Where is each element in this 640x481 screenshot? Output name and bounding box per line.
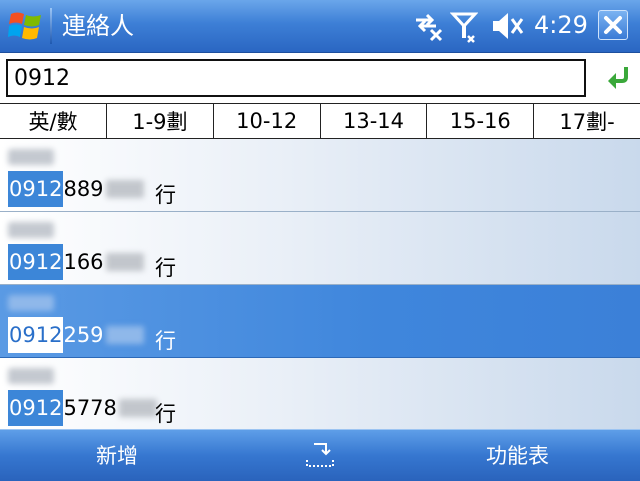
windows-start-icon[interactable] bbox=[8, 9, 44, 43]
phone-redaction bbox=[105, 180, 144, 198]
contact-list: 0912 889 行 0912 166 行 0912 259 行 0912 57… bbox=[0, 139, 640, 429]
keyboard-input-panel-icon[interactable] bbox=[304, 440, 336, 470]
list-item-selected[interactable]: 0912 259 行 bbox=[0, 285, 640, 358]
phone-redaction bbox=[118, 399, 157, 417]
match-highlight: 0912 bbox=[8, 244, 64, 280]
match-highlight: 0912 bbox=[8, 390, 64, 426]
speaker-muted-icon[interactable] bbox=[490, 10, 526, 42]
phone-rest: 259 bbox=[63, 323, 104, 347]
phone-rest: 5778 bbox=[63, 396, 117, 420]
phone-redaction bbox=[105, 253, 144, 271]
phone-type-label: 行 bbox=[155, 329, 176, 353]
list-item[interactable]: 0912 166 行 bbox=[0, 212, 640, 285]
contact-name-redacted bbox=[8, 368, 54, 384]
phone-type-label: 行 bbox=[155, 402, 176, 426]
contact-name-redacted bbox=[8, 222, 54, 238]
phone-type-label: 行 bbox=[155, 183, 176, 207]
phone-type-label: 行 bbox=[155, 256, 176, 280]
phone-number: 0912 5778 bbox=[8, 390, 157, 426]
tab-strokes-17-plus[interactable]: 17劃- bbox=[534, 104, 640, 138]
softkey-bar: 新增 功能表 bbox=[0, 429, 640, 481]
tab-alpha-numeric[interactable]: 英/數 bbox=[0, 104, 107, 138]
search-input[interactable] bbox=[6, 59, 586, 97]
phone-number: 0912 166 bbox=[8, 244, 144, 280]
index-tabs: 英/數 1-9劃 10-12 13-14 15-16 17劃- bbox=[0, 103, 640, 139]
title-bar: 連絡人 4:29 bbox=[0, 0, 640, 53]
contact-name-redacted bbox=[8, 295, 54, 311]
list-item[interactable]: 0912 889 行 bbox=[0, 139, 640, 212]
match-highlight: 0912 bbox=[8, 317, 64, 353]
contact-name-redacted bbox=[8, 149, 54, 165]
phone-number: 0912 259 bbox=[8, 317, 144, 353]
clock[interactable]: 4:29 bbox=[534, 11, 588, 39]
title-separator bbox=[50, 8, 52, 44]
antenna-no-signal-icon[interactable] bbox=[450, 10, 478, 44]
phone-rest: 166 bbox=[63, 250, 104, 274]
app-title: 連絡人 bbox=[62, 12, 134, 40]
list-item[interactable]: 0912 5778 行 bbox=[0, 358, 640, 429]
match-highlight: 0912 bbox=[8, 171, 64, 207]
close-x-icon bbox=[604, 16, 622, 34]
phone-redaction bbox=[105, 326, 144, 344]
tab-strokes-15-16[interactable]: 15-16 bbox=[427, 104, 535, 138]
new-button[interactable]: 新增 bbox=[96, 444, 138, 468]
phone-number: 0912 889 bbox=[8, 171, 144, 207]
go-enter-icon[interactable] bbox=[604, 64, 630, 90]
tab-strokes-1-9[interactable]: 1-9劃 bbox=[107, 104, 214, 138]
tab-strokes-13-14[interactable]: 13-14 bbox=[321, 104, 428, 138]
search-row bbox=[0, 53, 640, 103]
phone-rest: 889 bbox=[63, 177, 104, 201]
menu-button[interactable]: 功能表 bbox=[486, 444, 549, 468]
data-connection-off-icon[interactable] bbox=[410, 10, 446, 42]
close-button[interactable] bbox=[598, 10, 628, 40]
tab-strokes-10-12[interactable]: 10-12 bbox=[214, 104, 321, 138]
